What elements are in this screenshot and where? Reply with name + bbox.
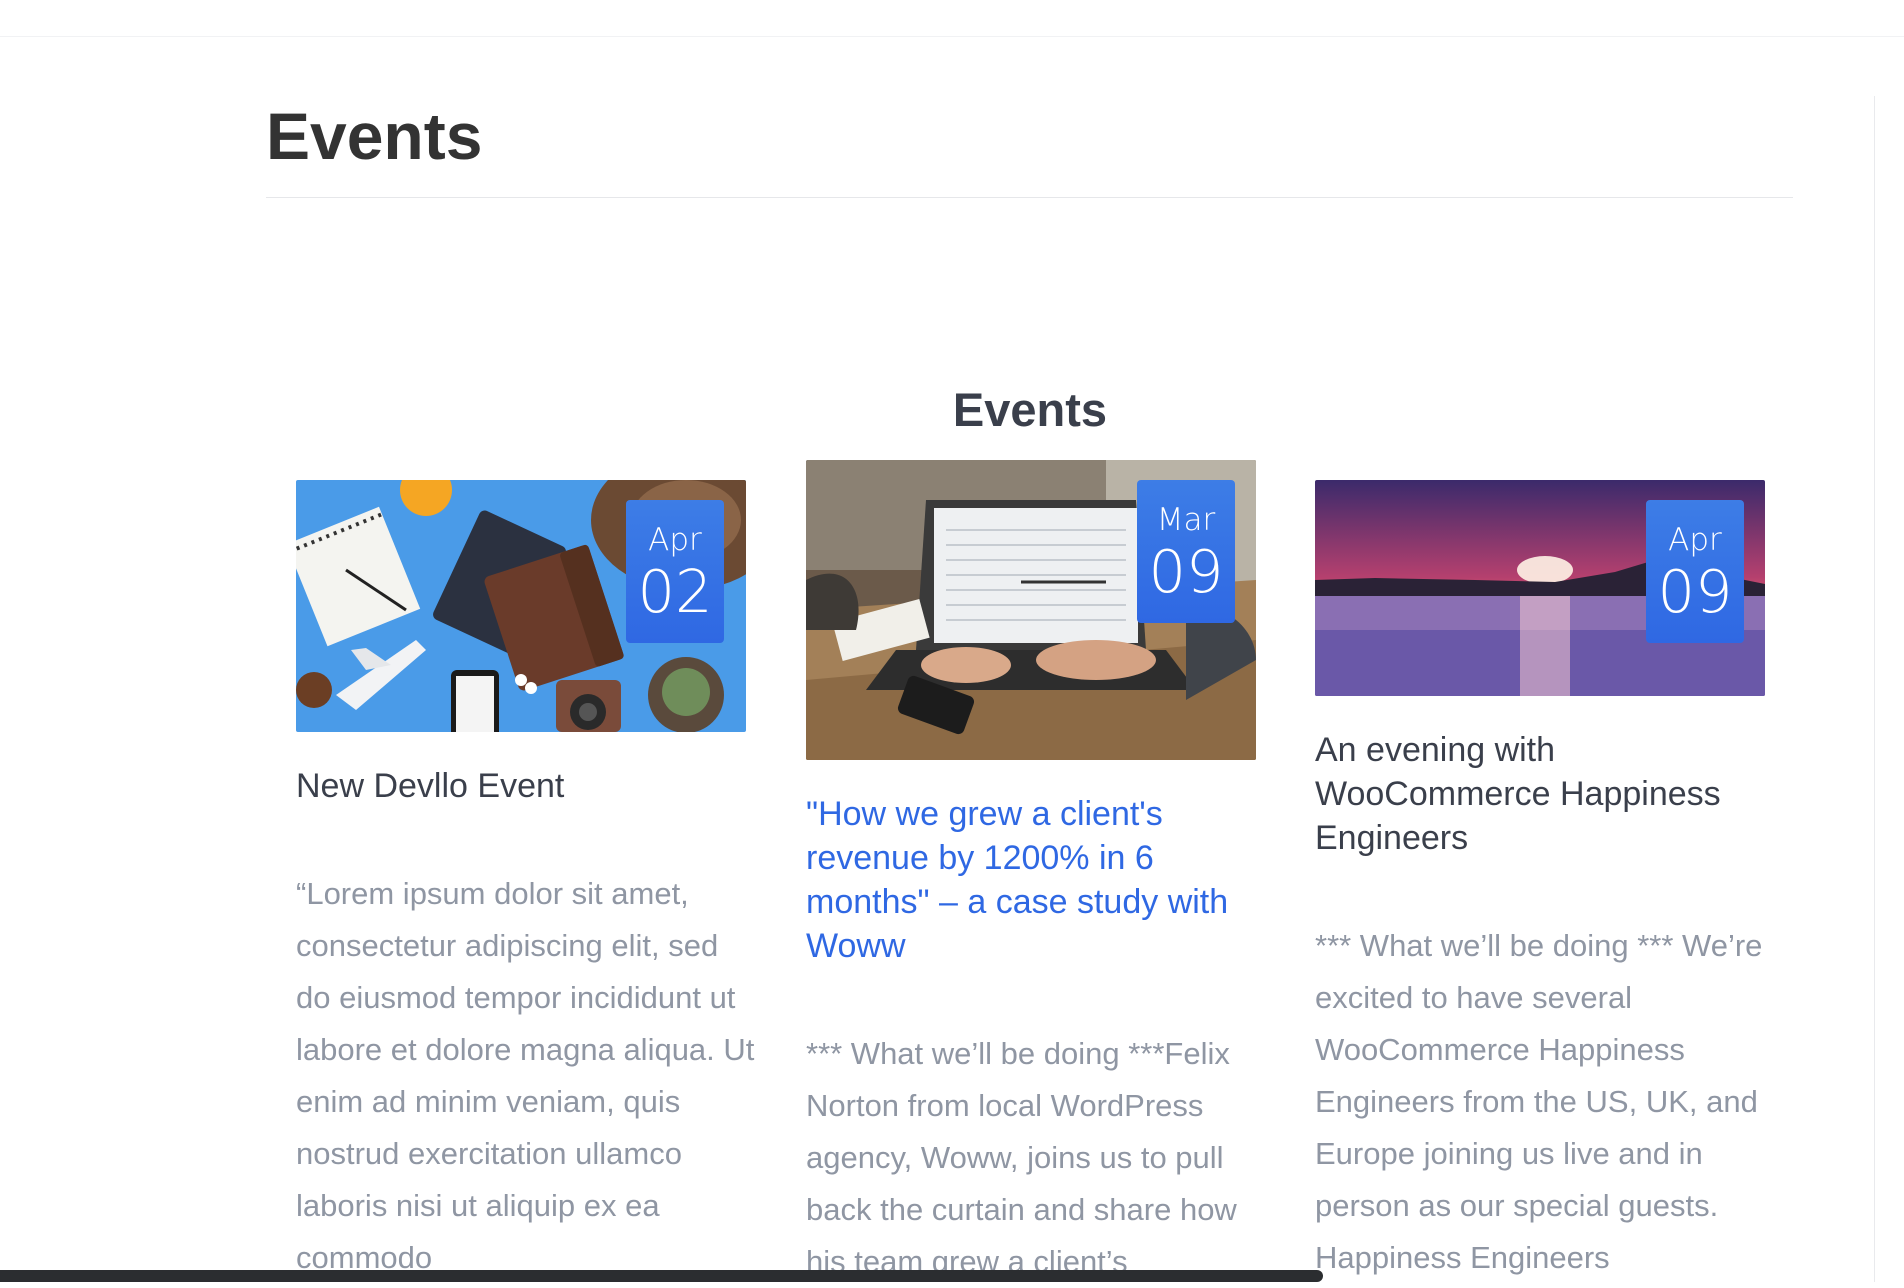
event-card: Apr 09 An evening with WooCommerce Happi… xyxy=(1315,480,1765,1280)
event-excerpt: *** What we’ll be doing *** We’re excite… xyxy=(1315,928,1763,1275)
event-card: Mar 09 "How we grew a client's revenue b… xyxy=(806,460,1256,1282)
event-date-badge: Mar 09 xyxy=(1137,480,1235,623)
horizontal-scrollbar[interactable] xyxy=(0,1270,1323,1282)
page-title: Events xyxy=(266,99,483,173)
event-date-badge: Apr 09 xyxy=(1646,500,1744,643)
event-excerpt: “Lorem ipsum dolor sit amet, consectetur… xyxy=(296,876,755,1275)
event-day: 09 xyxy=(1148,537,1224,606)
top-bar xyxy=(0,0,1904,37)
event-month: Apr xyxy=(1668,522,1722,558)
event-day: 02 xyxy=(637,557,713,626)
event-month: Apr xyxy=(648,522,702,558)
event-date-badge: Apr 02 xyxy=(626,500,724,643)
title-divider xyxy=(266,197,1793,198)
event-title-link[interactable]: "How we grew a client's revenue by 1200%… xyxy=(806,792,1256,968)
event-title[interactable]: An evening with WooCommerce Happiness En… xyxy=(1315,728,1765,860)
event-day: 09 xyxy=(1657,557,1733,626)
event-card: Apr 02 New Devllo Event “Lorem ipsum dol… xyxy=(296,480,754,1280)
section-title: Events xyxy=(952,383,1108,436)
content-border xyxy=(1874,96,1875,1282)
event-month: Mar xyxy=(1156,502,1216,538)
event-excerpt: *** What we’ll be doing ***Felix Norton … xyxy=(806,1036,1237,1279)
event-title[interactable]: New Devllo Event xyxy=(296,764,746,808)
